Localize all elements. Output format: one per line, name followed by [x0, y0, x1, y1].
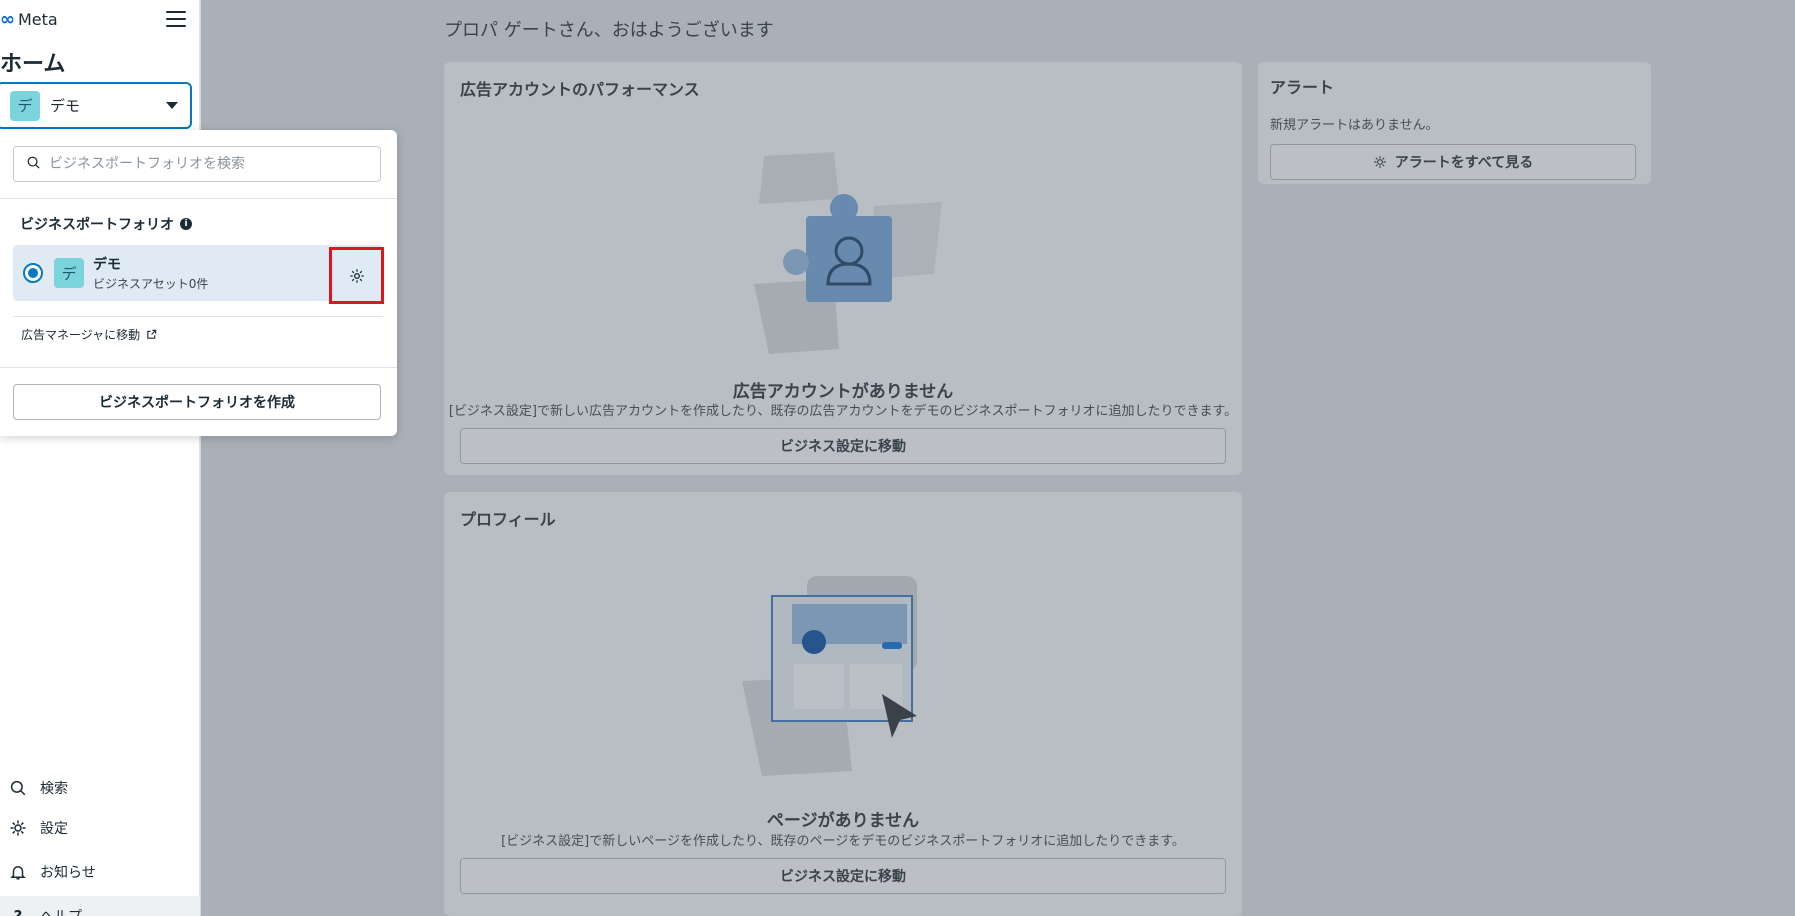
portfolio-search-box[interactable] — [13, 146, 381, 182]
gear-icon — [349, 268, 364, 283]
business-portfolio-selector[interactable]: デ デモ — [0, 82, 192, 129]
portfolio-name: デモ — [93, 257, 121, 273]
divider — [0, 367, 397, 368]
search-icon — [26, 155, 41, 174]
sidebar-item-notifications[interactable]: お知らせ — [0, 852, 200, 892]
portfolio-radio[interactable] — [23, 263, 43, 283]
sidebar-item-search[interactable]: 検索 — [0, 768, 200, 808]
sidebar-item-help[interactable]: ? ヘルプ — [0, 896, 200, 916]
divider — [13, 316, 383, 317]
portfolio-asset-count: ビジネスアセット0件 — [93, 277, 209, 291]
create-portfolio-button[interactable]: ビジネスポートフォリオを作成 — [13, 384, 381, 420]
page-title: ホーム — [0, 52, 66, 77]
external-link-icon — [147, 329, 157, 339]
portfolio-avatar: デ — [54, 258, 84, 288]
meta-logo-text: Meta — [18, 10, 58, 29]
portfolio-search-input[interactable] — [49, 156, 380, 172]
portfolio-item[interactable]: デ デモ ビジネスアセット0件 — [13, 245, 383, 301]
gear-icon — [8, 818, 28, 838]
business-name: デモ — [50, 97, 81, 115]
help-icon: ? — [13, 907, 23, 916]
caret-down-icon — [166, 102, 178, 109]
ads-manager-link[interactable]: 広告マネージャに移動 — [21, 326, 157, 343]
portfolio-settings-button[interactable] — [329, 247, 384, 304]
portfolio-section-label: ビジネスポートフォリオ i — [20, 214, 192, 234]
sidebar-item-label: ヘルプ — [40, 906, 82, 916]
search-icon — [8, 778, 28, 798]
sidebar-item-settings[interactable]: 設定 — [0, 808, 200, 848]
bell-icon — [8, 862, 28, 882]
sidebar-item-label: 検索 — [40, 781, 68, 797]
modal-overlay[interactable] — [201, 0, 1795, 916]
sidebar-bottom-nav: 検索 設定 お知らせ ? ヘルプ — [0, 768, 200, 916]
sidebar-item-label: 設定 — [40, 821, 68, 837]
ads-manager-link-label: 広告マネージャに移動 — [21, 328, 141, 342]
section-label-text: ビジネスポートフォリオ — [20, 217, 174, 233]
divider — [0, 198, 397, 199]
meta-logo: ∞ Meta — [0, 10, 58, 29]
sidebar-item-label: お知らせ — [40, 865, 96, 881]
business-avatar: デ — [10, 90, 40, 121]
hamburger-menu-icon[interactable] — [166, 11, 186, 27]
info-icon[interactable]: i — [180, 218, 192, 230]
meta-infinity-icon: ∞ — [0, 8, 15, 30]
